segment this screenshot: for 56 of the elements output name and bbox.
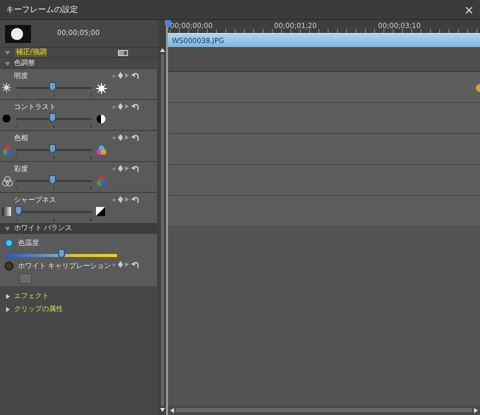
add-keyframe-icon[interactable] [118,72,123,79]
slider[interactable] [16,206,92,217]
sharpen-icon [96,207,105,216]
slider[interactable] [16,113,92,124]
scroll-down-icon[interactable] [160,408,164,412]
caret-icon[interactable] [4,49,11,56]
next-keyframe-icon[interactable] [125,262,129,267]
scroll-up-icon[interactable] [160,48,164,52]
circle-icon [2,114,11,123]
contrast-icon [96,114,106,124]
sun-icon [2,83,11,92]
reset-icon[interactable] [131,72,139,79]
reset-icon[interactable] [131,103,139,110]
keyframe-icon [476,84,480,92]
add-keyframe-icon[interactable] [118,261,123,268]
slider[interactable] [16,144,92,155]
reset-icon[interactable] [131,196,139,203]
add-keyframe-icon[interactable] [118,165,123,172]
slider-thumb[interactable] [14,206,22,216]
radio-button[interactable] [4,261,14,272]
window-title: キーフレームの設定 [6,4,78,16]
radio-button[interactable] [4,238,14,248]
next-keyframe-icon[interactable] [125,73,129,78]
add-keyframe-icon[interactable] [118,196,123,203]
scroll-right-icon[interactable] [474,408,478,412]
slider-thumb[interactable] [49,82,56,92]
slider-thumb[interactable] [49,113,56,123]
slider-thumb[interactable] [49,175,56,185]
color-circles-icon [96,176,107,187]
slider[interactable] [16,175,92,186]
sun-icon [96,83,107,94]
reset-icon[interactable] [131,261,139,268]
slider[interactable] [5,249,117,260]
slider[interactable] [16,82,92,93]
scrollbar-track[interactable] [160,54,164,406]
color-circles-icon [2,145,13,156]
slider-thumb[interactable] [58,249,65,259]
reset-icon[interactable] [131,134,139,141]
caret-icon[interactable] [4,293,11,300]
color-circles-icon [96,145,107,156]
close-button[interactable]: × [464,4,474,16]
scrollbar-track[interactable] [176,408,472,412]
reset-icon[interactable] [131,165,139,172]
slider-thumb[interactable] [49,144,56,154]
next-keyframe-icon[interactable] [125,197,129,202]
next-keyframe-icon[interactable] [125,166,129,171]
gradient-square-icon [2,207,11,216]
caret-icon[interactable] [4,306,11,313]
add-keyframe-icon[interactable] [118,103,123,110]
outline-circles-icon [2,176,13,187]
caret-icon[interactable] [4,225,11,232]
next-keyframe-icon[interactable] [125,135,129,140]
split-view-icon[interactable] [118,50,128,56]
scroll-left-icon[interactable] [170,408,174,412]
add-keyframe-icon[interactable] [118,134,123,141]
next-keyframe-icon[interactable] [125,104,129,109]
